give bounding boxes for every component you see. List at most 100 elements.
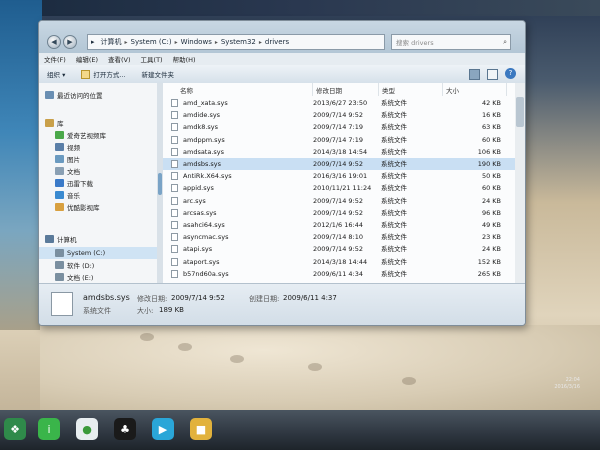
file-type: 系统文件 (381, 208, 407, 217)
youku-library-icon (55, 203, 64, 211)
file-row[interactable]: arcsas.sys 2009/7/14 9:52 系统文件 96 KB (163, 207, 515, 219)
iqiyi-icon[interactable]: i (38, 418, 60, 440)
video-icon (55, 143, 64, 151)
wallpaper-footprint (402, 377, 416, 385)
file-date: 2016/3/16 19:01 (313, 172, 368, 181)
nav-item-label: 计算机 (57, 236, 77, 244)
thunder-download-icon (55, 179, 64, 187)
menu-help[interactable]: 帮助(H) (168, 54, 201, 64)
nav-item-label: 优酷影视库 (67, 204, 100, 212)
vertical-scrollbar[interactable] (515, 83, 525, 283)
breadcrumb-system-c[interactable]: System (C:) (128, 38, 175, 46)
file-row[interactable]: amdppm.sys 2009/7/14 7:19 系统文件 60 KB (163, 134, 515, 146)
file-type: 系统文件 (381, 196, 407, 205)
address-bar[interactable]: ▸ 计算机 ▸ System (C:) ▸ Windows ▸ System32… (87, 34, 385, 50)
file-row[interactable]: atapi.sys 2009/7/14 9:52 系统文件 24 KB (163, 243, 515, 255)
splitter-grip[interactable] (158, 173, 162, 195)
nav-item[interactable]: 最近访问的位置 (39, 89, 157, 101)
file-row[interactable]: amdsbs.sys 2009/7/14 9:52 系统文件 190 KB (163, 158, 515, 170)
folder-icon[interactable]: ■ (190, 418, 212, 440)
breadcrumb-system32[interactable]: System32 (218, 38, 259, 46)
menu-view[interactable]: 查看(V) (103, 54, 136, 64)
breadcrumb-drivers[interactable]: drivers (262, 38, 292, 46)
file-row[interactable]: arc.sys 2009/7/14 9:52 系统文件 24 KB (163, 195, 515, 207)
system-file-icon (171, 147, 178, 156)
file-size: 63 KB (481, 123, 501, 132)
forward-icon[interactable]: ▶ (63, 35, 77, 49)
taskbar: ❖ i ● ♣ ▶ ■ (0, 410, 600, 450)
pictures-icon (55, 155, 64, 163)
navigation-pane: 最近访问的位置库爱奇艺视频库 视频 图片文档 迅雷下载音乐优酷影视库计算机 System… (39, 83, 158, 283)
scrollbar-thumb[interactable] (516, 97, 524, 127)
file-row[interactable]: amd_xata.sys 2013/6/27 23:50 系统文件 42 KB (163, 97, 515, 109)
search-input[interactable]: 搜索 drivers ⌕ (391, 34, 511, 50)
search-icon[interactable]: ⌕ (503, 38, 510, 47)
organize-button[interactable]: 组织 ▾ (39, 69, 73, 79)
clock-date: 2016/3/16 (554, 384, 580, 390)
nav-item-label: 音乐 (67, 192, 80, 200)
file-row[interactable]: amdsata.sys 2014/3/18 14:54 系统文件 106 KB (163, 146, 515, 158)
desktop-wallpaper (40, 325, 600, 410)
menu-edit[interactable]: 编辑(E) (71, 54, 103, 64)
nav-item-label: 软件 (D:) (67, 262, 95, 270)
open-with-button[interactable]: 打开方式... (73, 69, 133, 79)
system-file-icon (171, 208, 178, 217)
recent-places-icon (45, 91, 54, 99)
file-row[interactable]: amdk8.sys 2009/7/14 7:19 系统文件 63 KB (163, 121, 515, 133)
breadcrumb-windows[interactable]: Windows (178, 38, 215, 46)
system-file-icon (171, 257, 178, 266)
media-player-icon[interactable]: ▶ (152, 418, 174, 440)
qq-icon[interactable]: ♣ (114, 418, 136, 440)
back-icon[interactable]: ◀ (47, 35, 61, 49)
nav-item[interactable]: 软件 (D:) (39, 259, 157, 271)
nav-item[interactable]: 迅雷下载 (39, 177, 157, 189)
new-folder-button[interactable]: 新建文件夹 (134, 69, 183, 79)
view-options-icon[interactable] (469, 69, 480, 80)
breadcrumb-computer[interactable]: 计算机 (98, 37, 125, 47)
nav-item[interactable]: 爱奇艺视频库 (39, 129, 157, 141)
column-header-name[interactable]: 名称 (163, 83, 313, 96)
column-header-type[interactable]: 类型 (379, 83, 443, 96)
file-name: amdppm.sys (183, 135, 225, 144)
file-date: 2009/7/14 7:19 (313, 123, 363, 132)
column-header-date[interactable]: 修改日期 (313, 83, 379, 96)
nav-item[interactable]: 优酷影视库 (39, 201, 157, 213)
file-row[interactable]: AntiRk.X64.sys 2016/3/16 19:01 系统文件 50 KB (163, 170, 515, 182)
file-row[interactable]: amdide.sys 2009/7/14 9:52 系统文件 16 KB (163, 109, 515, 121)
file-size: 23 KB (481, 233, 501, 242)
menu-file[interactable]: 文件(F) (39, 54, 71, 64)
file-type: 系统文件 (381, 123, 407, 132)
details-created-label: 创建日期: (249, 295, 280, 303)
explorer-window: ◀ ▶ ▸ 计算机 ▸ System (C:) ▸ Windows ▸ Syst… (38, 20, 526, 326)
nav-item[interactable]: 文档 (39, 165, 157, 177)
file-row[interactable]: asyncmac.sys 2009/7/14 8:10 系统文件 23 KB (163, 231, 515, 243)
file-type: 系统文件 (381, 111, 407, 120)
file-row[interactable]: ataport.sys 2014/3/18 14:44 系统文件 152 KB (163, 256, 515, 268)
file-row[interactable]: asahci64.sys 2012/1/6 16:44 系统文件 49 KB (163, 219, 515, 231)
wechat-icon[interactable]: ● (76, 418, 98, 440)
preview-pane-icon[interactable] (487, 69, 498, 80)
wallpaper-footprint (230, 355, 244, 363)
nav-item[interactable]: 视频 (39, 141, 157, 153)
nav-item[interactable]: 音乐 (39, 189, 157, 201)
nav-item[interactable]: 图片 (39, 153, 157, 165)
start-icon[interactable]: ❖ (4, 418, 26, 440)
column-header-size[interactable]: 大小 (443, 83, 507, 96)
file-row[interactable]: b57nd60a.sys 2009/6/11 4:34 系统文件 265 KB (163, 268, 515, 280)
library-icon (45, 119, 54, 127)
nav-item[interactable]: 文档 (E:) (39, 271, 157, 283)
details-size-value: 189 KB (159, 306, 184, 314)
wallpaper-footprint (140, 333, 154, 341)
system-file-icon (171, 111, 178, 120)
system-tray-clock[interactable]: 22:04 2016/3/16 (530, 377, 580, 391)
file-type: 系统文件 (381, 147, 407, 156)
file-name: amd_xata.sys (183, 99, 228, 107)
nav-item[interactable]: 计算机 (39, 233, 157, 245)
file-row[interactable]: appid.sys 2010/11/21 11:24 系统文件 60 KB (163, 182, 515, 194)
help-icon[interactable]: ? (505, 68, 516, 79)
system-file-icon (171, 99, 178, 107)
nav-item-label: 文档 (67, 168, 80, 176)
nav-item[interactable]: 库 (39, 117, 157, 129)
menu-tools[interactable]: 工具(T) (136, 54, 168, 64)
nav-item[interactable]: System (C:) (39, 247, 157, 259)
